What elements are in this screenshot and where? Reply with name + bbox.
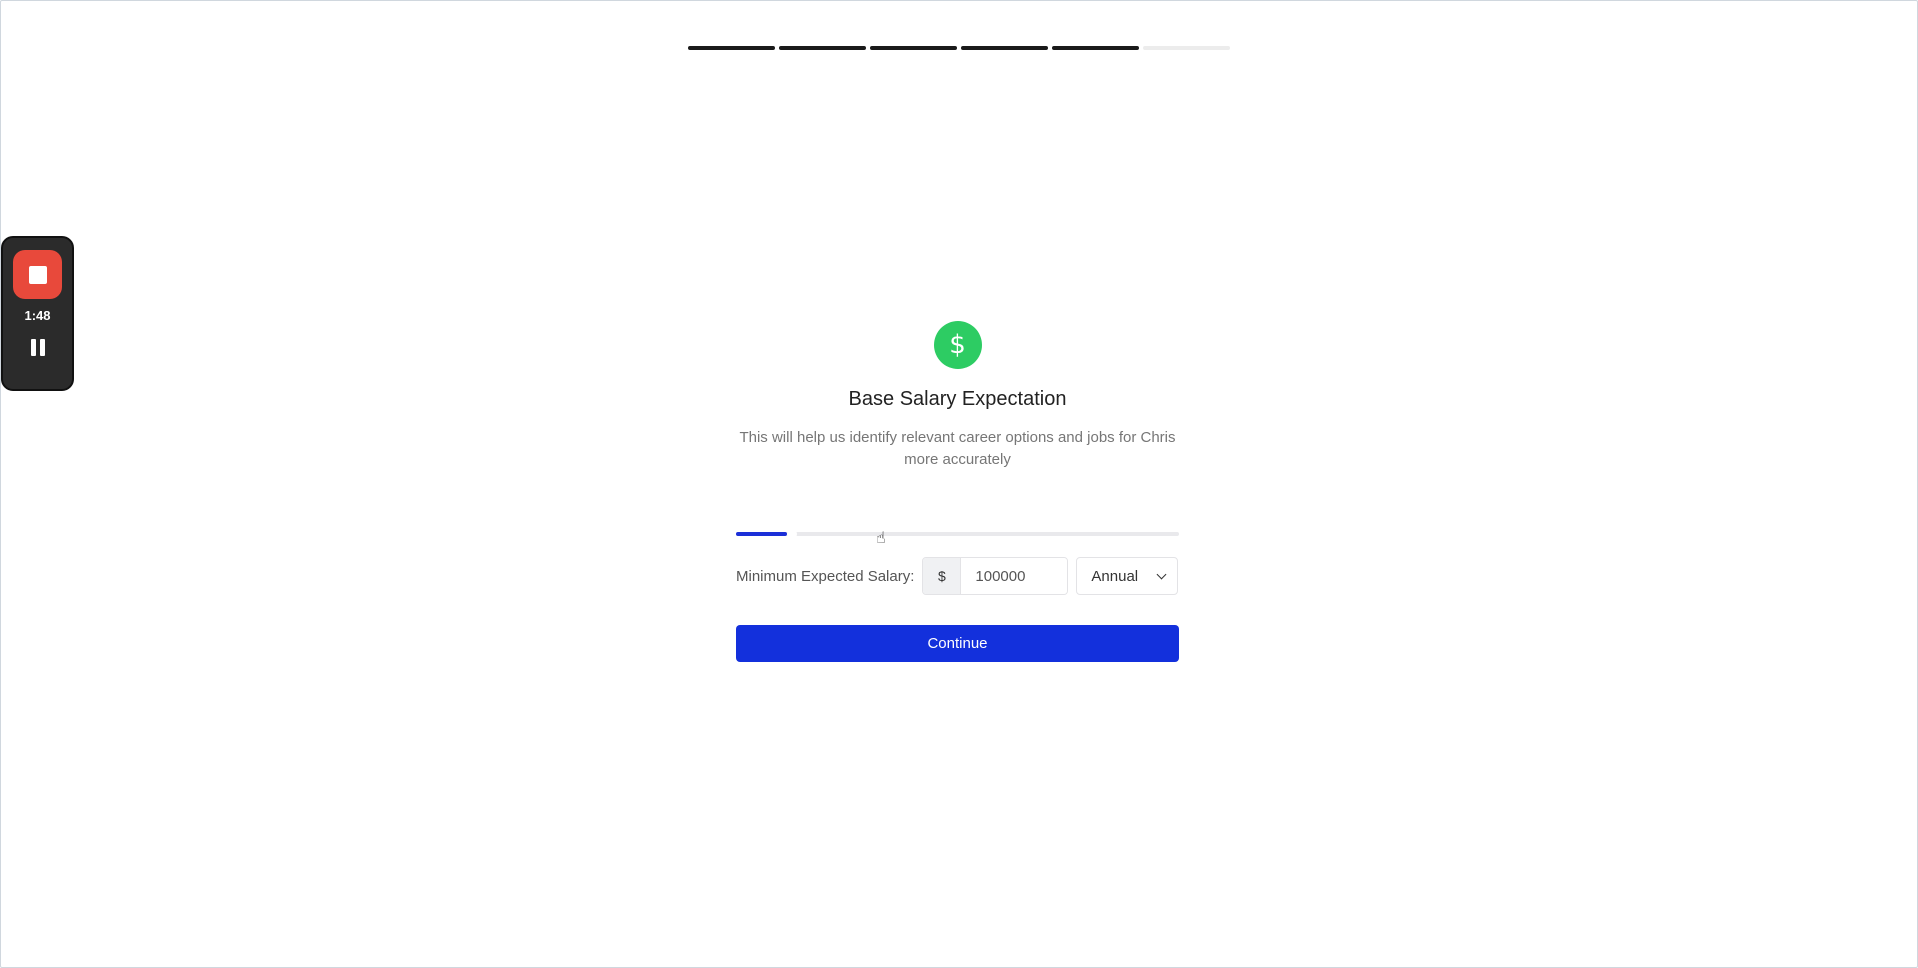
app-window: 1:48 $ Base Salary Expectation This will… [0,0,1918,968]
currency-symbol: $ [923,558,962,594]
slider-fill [736,532,787,536]
screen-recorder-widget: 1:48 [1,236,74,391]
recording-timer: 1:48 [24,308,51,323]
slider-thumb[interactable] [787,529,797,539]
salary-slider[interactable] [736,529,1179,539]
continue-button[interactable]: Continue [736,625,1179,662]
stop-recording-button[interactable] [13,250,62,299]
progress-step-6 [1143,46,1230,50]
stop-icon [28,265,47,284]
salary-input[interactable] [961,558,1068,594]
salary-label: Minimum Expected Salary: [736,567,915,585]
salary-form: $ Base Salary Expectation This will help… [736,321,1179,662]
salary-input-group: $ [922,557,1069,595]
chevron-down-icon [1156,569,1167,579]
progress-step-2 [779,46,866,50]
progress-step-3 [870,46,957,50]
progress-step-5 [1052,46,1139,50]
pause-icon [30,338,36,356]
page-title: Base Salary Expectation [848,388,1067,410]
progress-step-1 [688,46,775,50]
salary-row: Minimum Expected Salary: $ Annual [736,557,1179,595]
period-select[interactable]: Annual [1076,557,1179,595]
dollar-icon: $ [933,321,982,369]
page-subtitle: This will help us identify relevant care… [739,429,1176,468]
period-select-value: Annual [1091,567,1139,585]
slider-track [736,532,1179,536]
progress-step-4 [961,46,1048,50]
pause-recording-button[interactable] [26,335,50,359]
step-progress [688,46,1230,50]
